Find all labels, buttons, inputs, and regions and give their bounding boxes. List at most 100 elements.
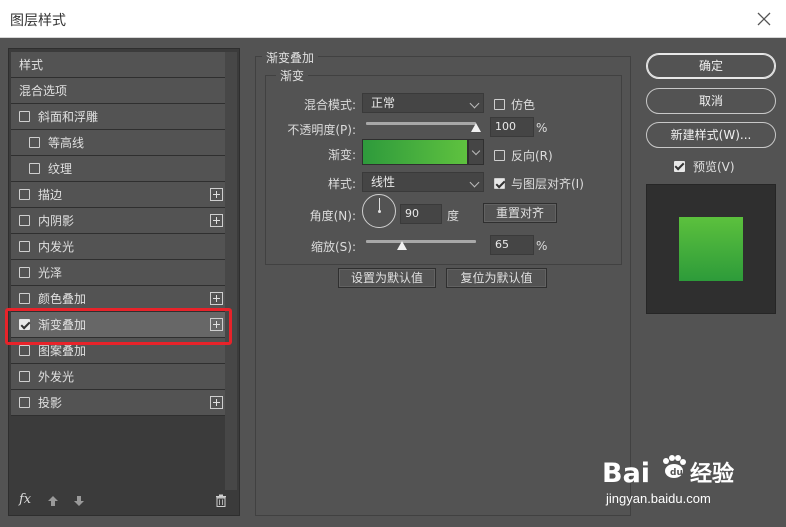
new-style-button[interactable]: 新建样式(W)... — [646, 122, 776, 148]
style-item-checkbox[interactable] — [19, 111, 30, 122]
group-title: 渐变叠加 — [262, 49, 319, 66]
style-item[interactable]: 内发光 — [11, 234, 229, 260]
gradient-overlay-group: 渐变叠加 渐变 混合模式: 正常 仿色 不透明度(P): 100 % 渐变: 反… — [255, 49, 631, 516]
reset-align-button[interactable]: 重置对齐 — [483, 203, 557, 223]
style-item[interactable]: 外发光 — [11, 364, 229, 390]
reverse-checkbox[interactable]: 反向(R) — [494, 147, 553, 164]
style-item-checkbox[interactable] — [19, 215, 30, 226]
style-item[interactable]: 内阴影 — [11, 208, 229, 234]
style-item[interactable]: 光泽 — [11, 260, 229, 286]
style-select[interactable]: 线性 — [362, 172, 484, 192]
cancel-button[interactable]: 取消 — [646, 88, 776, 114]
chevron-down-icon — [471, 146, 481, 156]
subgroup-title: 渐变 — [276, 67, 309, 84]
ok-button[interactable]: 确定 — [646, 53, 776, 79]
align-with-layer-checkbox[interactable]: 与图层对齐(I) — [494, 175, 584, 192]
style-item-checkbox[interactable] — [19, 293, 30, 304]
scale-input[interactable]: 65 — [490, 235, 534, 255]
style-item-label: 内发光 — [38, 240, 75, 254]
add-icon[interactable] — [210, 396, 223, 409]
align-checkbox-box[interactable] — [494, 178, 505, 189]
preview-swatch — [679, 217, 743, 281]
style-item-checkbox[interactable] — [19, 371, 30, 382]
opacity-slider-thumb[interactable] — [471, 123, 481, 132]
opacity-input[interactable]: 100 — [490, 117, 534, 137]
add-icon[interactable] — [210, 214, 223, 227]
style-item[interactable]: 等高线 — [11, 130, 229, 156]
styles-list: 样式混合选项斜面和浮雕等高线纹理描边内阴影内发光光泽颜色叠加渐变叠加图案叠加外发… — [11, 52, 229, 416]
style-item-label: 描边 — [38, 188, 63, 202]
opacity-slider-track[interactable] — [366, 122, 476, 125]
angle-input[interactable]: 90 — [400, 204, 442, 224]
watermark-url: jingyan.baidu.com — [606, 491, 711, 506]
style-item-label: 图案叠加 — [38, 344, 87, 358]
opacity-unit: % — [536, 121, 548, 135]
svg-text:du: du — [670, 468, 683, 478]
preview-checkbox[interactable]: 预览(V) — [674, 158, 735, 175]
style-item-label: 等高线 — [48, 136, 85, 150]
style-item-checkbox[interactable] — [19, 267, 30, 278]
add-icon[interactable] — [210, 318, 223, 331]
preview-thumbnail — [646, 184, 776, 314]
opacity-label: 不透明度(P): — [287, 123, 356, 137]
style-item[interactable]: 样式 — [11, 52, 229, 78]
paw-icon: du — [663, 455, 686, 478]
style-item-label: 内阴影 — [38, 214, 75, 228]
scale-slider-thumb[interactable] — [397, 241, 408, 250]
reset-default-button[interactable]: 复位为默认值 — [446, 268, 547, 288]
fx-button[interactable]: fx — [19, 492, 31, 507]
style-item-checkbox[interactable] — [19, 189, 30, 200]
chevron-down-icon — [469, 98, 480, 109]
style-value: 线性 — [371, 175, 396, 189]
gradient-picker[interactable] — [362, 139, 468, 165]
style-item-label: 颜色叠加 — [38, 292, 87, 306]
styles-scrollbar[interactable] — [225, 52, 237, 490]
style-item-label: 纹理 — [48, 162, 73, 176]
window-title: 图层样式 — [10, 13, 66, 29]
add-icon[interactable] — [210, 292, 223, 305]
style-item-checkbox[interactable] — [19, 397, 30, 408]
style-item[interactable]: 纹理 — [11, 156, 229, 182]
style-item[interactable]: 渐变叠加 — [11, 312, 229, 338]
scale-slider-track[interactable] — [366, 240, 476, 243]
dither-checkbox[interactable]: 仿色 — [494, 96, 535, 113]
angle-center-dot — [378, 210, 381, 213]
style-item-label: 样式 — [19, 58, 44, 72]
set-default-button[interactable]: 设置为默认值 — [338, 268, 436, 288]
add-icon[interactable] — [210, 188, 223, 201]
style-item-checkbox[interactable] — [19, 319, 30, 330]
style-item-label: 投影 — [38, 396, 63, 410]
move-up-icon[interactable] — [47, 495, 59, 507]
style-item[interactable]: 图案叠加 — [11, 338, 229, 364]
close-icon[interactable] — [754, 9, 774, 29]
style-item[interactable]: 投影 — [11, 390, 229, 416]
style-item[interactable]: 颜色叠加 — [11, 286, 229, 312]
align-label: 与图层对齐(I) — [511, 177, 584, 191]
angle-unit: 度 — [447, 209, 460, 223]
style-item-label: 混合选项 — [19, 84, 68, 98]
style-item-checkbox[interactable] — [19, 345, 30, 356]
style-item[interactable]: 斜面和浮雕 — [11, 104, 229, 130]
style-item[interactable]: 描边 — [11, 182, 229, 208]
angle-label: 角度(N): — [309, 209, 356, 223]
dither-label: 仿色 — [511, 98, 536, 112]
style-item-checkbox[interactable] — [19, 241, 30, 252]
style-item-checkbox[interactable] — [29, 163, 40, 174]
move-down-icon[interactable] — [73, 495, 85, 507]
angle-dial[interactable] — [362, 194, 396, 228]
preview-checkbox-box[interactable] — [674, 161, 685, 172]
style-item-label: 斜面和浮雕 — [38, 110, 99, 124]
style-item-label: 渐变叠加 — [38, 318, 87, 332]
dither-checkbox-box[interactable] — [494, 99, 505, 110]
styles-panel: 样式混合选项斜面和浮雕等高线纹理描边内阴影内发光光泽颜色叠加渐变叠加图案叠加外发… — [8, 48, 240, 516]
title-bar: 图层样式 — [0, 0, 786, 38]
reverse-checkbox-box[interactable] — [494, 150, 505, 161]
style-item-checkbox[interactable] — [29, 137, 40, 148]
gradient-dropdown[interactable] — [468, 139, 484, 165]
blend-mode-select[interactable]: 正常 — [362, 93, 484, 113]
style-item[interactable]: 混合选项 — [11, 78, 229, 104]
trash-icon[interactable] — [215, 494, 227, 507]
chevron-down-icon — [469, 177, 480, 188]
preview-label: 预览(V) — [693, 160, 735, 174]
style-label: 样式: — [327, 177, 356, 191]
